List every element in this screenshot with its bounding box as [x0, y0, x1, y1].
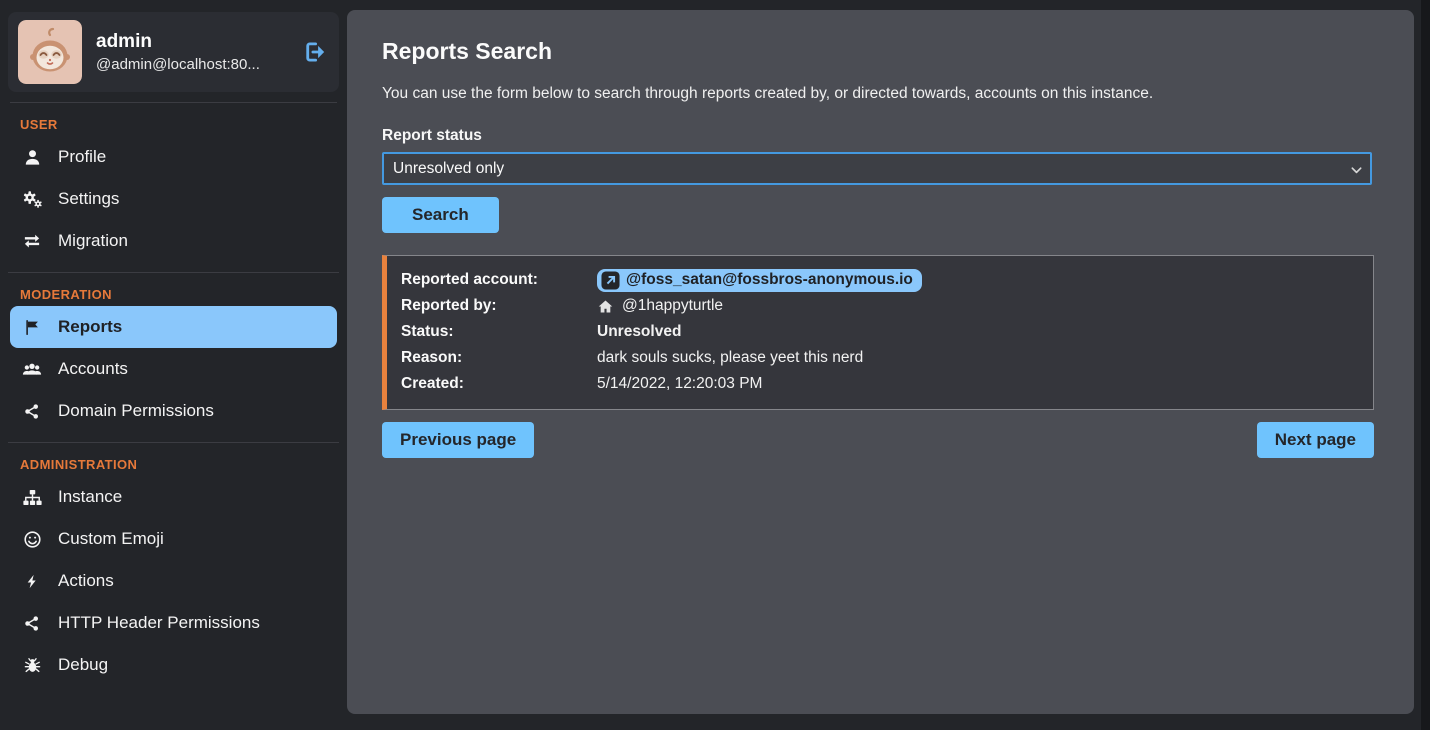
row-label: Reason: — [401, 349, 597, 367]
sidebar-item-instance[interactable]: Instance — [10, 476, 337, 518]
report-status-label: Report status — [382, 127, 1374, 145]
next-page-button[interactable]: Next page — [1257, 422, 1374, 458]
bolt-icon — [20, 572, 44, 591]
sidebar-item-migration[interactable]: Migration — [10, 220, 337, 262]
report-row-reported-account: Reported account: @foss_satan@fossbros-a… — [401, 267, 1359, 293]
section-header-user: USER — [20, 117, 339, 132]
reporter-handle: @1happyturtle — [622, 297, 723, 315]
users-icon — [20, 360, 44, 379]
report-card[interactable]: Reported account: @foss_satan@fossbros-a… — [382, 255, 1374, 410]
sidebar-item-reports[interactable]: Reports — [10, 306, 337, 348]
user-icon — [20, 148, 44, 167]
arrows-left-right-icon — [20, 232, 44, 251]
sidebar-item-accounts[interactable]: Accounts — [10, 348, 337, 390]
user-name: admin — [96, 31, 285, 53]
main-wrap: Reports Search You can use the form belo… — [347, 0, 1430, 730]
status-badge: Unresolved — [597, 323, 1359, 341]
page-title: Reports Search — [382, 38, 1374, 65]
created-timestamp: 5/14/2022, 12:20:03 PM — [597, 375, 1359, 393]
page-description: You can use the form below to search thr… — [382, 85, 1374, 103]
sidebar-item-label: Settings — [58, 189, 119, 209]
sidebar: admin @admin@localhost:80... USER Profil… — [0, 0, 347, 730]
sidebar-item-domain-permissions[interactable]: Domain Permissions — [10, 390, 337, 432]
sidebar-item-label: Custom Emoji — [58, 529, 164, 549]
pagination: Previous page Next page — [382, 422, 1374, 458]
sidebar-item-label: HTTP Header Permissions — [58, 613, 260, 633]
search-button[interactable]: Search — [382, 197, 499, 233]
external-link-icon — [601, 271, 620, 290]
sitemap-icon — [20, 488, 44, 507]
sign-out-icon[interactable] — [299, 39, 329, 65]
previous-page-button[interactable]: Previous page — [382, 422, 534, 458]
main-panel: Reports Search You can use the form belo… — [347, 10, 1414, 714]
reported-account-badge[interactable]: @foss_satan@fossbros-anonymous.io — [597, 269, 922, 292]
sidebar-item-actions[interactable]: Actions — [10, 560, 337, 602]
sidebar-item-debug[interactable]: Debug — [10, 644, 337, 686]
share-nodes-icon — [20, 614, 44, 633]
section-header-administration: ADMINISTRATION — [20, 457, 339, 472]
chevron-down-icon — [1350, 164, 1363, 177]
report-status-select[interactable]: Unresolved only — [382, 152, 1372, 185]
sidebar-item-label: Migration — [58, 231, 128, 251]
sidebar-item-label: Accounts — [58, 359, 128, 379]
scrollbar-track[interactable] — [1421, 0, 1430, 730]
report-row-created: Created: 5/14/2022, 12:20:03 PM — [401, 371, 1359, 397]
sidebar-item-custom-emoji[interactable]: Custom Emoji — [10, 518, 337, 560]
reason-text: dark souls sucks, please yeet this nerd — [597, 349, 1359, 367]
reported-account-handle: @foss_satan@fossbros-anonymous.io — [626, 271, 913, 289]
sidebar-item-profile[interactable]: Profile — [10, 136, 337, 178]
nav-section-user: USER Profile — [8, 103, 339, 273]
sidebar-item-label: Reports — [58, 317, 122, 337]
flag-icon — [20, 318, 44, 337]
user-meta: admin @admin@localhost:80... — [96, 31, 285, 73]
sidebar-item-label: Domain Permissions — [58, 401, 214, 421]
bug-icon — [20, 656, 44, 675]
report-row-reason: Reason: dark souls sucks, please yeet th… — [401, 345, 1359, 371]
gears-icon — [20, 190, 44, 209]
nav-section-administration: ADMINISTRATION Instance — [8, 443, 339, 696]
row-label: Reported by: — [401, 297, 597, 315]
row-value: @foss_satan@fossbros-anonymous.io — [597, 269, 1359, 292]
avatar — [18, 20, 82, 84]
nav-section-moderation: MODERATION Reports — [8, 273, 339, 443]
section-header-moderation: MODERATION — [20, 287, 339, 302]
user-card[interactable]: admin @admin@localhost:80... — [8, 12, 339, 92]
user-handle: @admin@localhost:80... — [96, 56, 285, 73]
row-value: @1happyturtle — [597, 297, 1359, 315]
house-icon — [597, 298, 614, 315]
sidebar-item-settings[interactable]: Settings — [10, 178, 337, 220]
sidebar-item-label: Profile — [58, 147, 106, 167]
sloth-avatar — [18, 20, 82, 84]
row-label: Reported account: — [401, 271, 597, 289]
sidebar-item-label: Instance — [58, 487, 122, 507]
report-row-status: Status: Unresolved — [401, 319, 1359, 345]
sidebar-item-label: Debug — [58, 655, 108, 675]
report-row-reported-by: Reported by: @1happyturtle — [401, 293, 1359, 319]
sidebar-item-label: Actions — [58, 571, 114, 591]
sidebar-item-http-header-permissions[interactable]: HTTP Header Permissions — [10, 602, 337, 644]
report-status-selected-value: Unresolved only — [393, 160, 504, 178]
row-label: Created: — [401, 375, 597, 393]
face-smile-icon — [20, 530, 44, 549]
row-label: Status: — [401, 323, 597, 341]
share-nodes-icon — [20, 402, 44, 421]
